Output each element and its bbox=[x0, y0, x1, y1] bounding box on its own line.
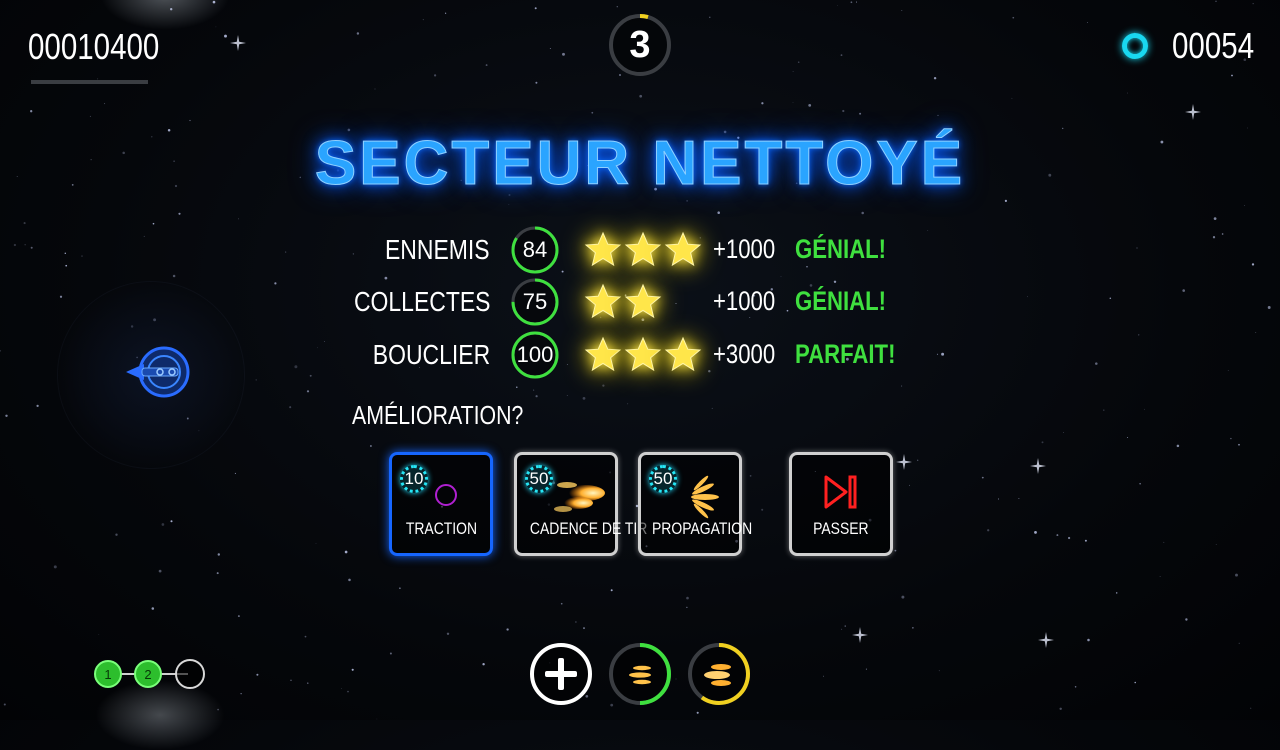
svg-text:1: 1 bbox=[104, 667, 111, 682]
spread-icon bbox=[691, 475, 719, 519]
stat-grade: GÉNIAL! bbox=[795, 234, 887, 264]
star-icon bbox=[624, 336, 662, 372]
stat-row: BOUCLIER 100 +3000 PARFAIT! bbox=[300, 330, 900, 380]
weapon-slot-2[interactable] bbox=[687, 642, 751, 706]
star-rating bbox=[584, 231, 704, 267]
score-display: 00010400 bbox=[28, 26, 160, 67]
player-ship-icon bbox=[126, 346, 190, 398]
level-number: 3 bbox=[629, 24, 651, 66]
stat-bonus: +1000 bbox=[713, 234, 776, 264]
coin-counter: 00054 bbox=[1121, 25, 1254, 66]
stat-label: BOUCLIER bbox=[372, 339, 490, 370]
star-icon bbox=[584, 283, 622, 319]
weapon-slot-1[interactable] bbox=[608, 642, 672, 706]
stat-label: COLLECTES bbox=[353, 286, 490, 317]
star-icon bbox=[664, 336, 702, 372]
stat-grade: GÉNIAL! bbox=[795, 286, 887, 316]
fire-rate-icon bbox=[554, 482, 605, 512]
stat-ring: 75 bbox=[510, 277, 560, 327]
stat-grade: PARFAIT! bbox=[795, 339, 896, 369]
stat-value: 84 bbox=[522, 237, 548, 262]
skip-icon bbox=[824, 475, 857, 509]
star-rating bbox=[584, 283, 664, 319]
upgrade-label: CADENCE DE TIR bbox=[529, 519, 648, 538]
star-icon bbox=[664, 231, 702, 267]
upgrade-traction-button[interactable]: 10 TRACTION bbox=[389, 452, 493, 556]
progress-node-1: 1 bbox=[94, 660, 122, 688]
star-icon bbox=[624, 283, 662, 319]
level-indicator: 3 bbox=[608, 13, 672, 77]
star-icon bbox=[624, 231, 662, 267]
stat-bonus: +1000 bbox=[713, 286, 776, 316]
coin-count: 00054 bbox=[1171, 25, 1254, 66]
sector-cleared-title: SECTEUR NETTOYÉ bbox=[314, 129, 966, 199]
stat-value: 100 bbox=[516, 342, 554, 367]
stat-bonus: +3000 bbox=[713, 339, 776, 369]
svg-text:2: 2 bbox=[144, 667, 151, 682]
stat-row: ENNEMIS 84 +1000 GÉNIAL! bbox=[300, 225, 900, 275]
star-icon bbox=[584, 231, 622, 267]
star-icon bbox=[584, 336, 622, 372]
upgrade-label: PASSER bbox=[813, 519, 869, 538]
star-rating bbox=[584, 336, 704, 372]
stat-label: ENNEMIS bbox=[385, 234, 490, 265]
traction-icon bbox=[435, 484, 457, 506]
stat-value: 75 bbox=[522, 289, 548, 314]
sector-progress: 1 2 bbox=[94, 659, 205, 689]
stat-ring: 84 bbox=[510, 225, 560, 275]
skip-button[interactable]: PASSER bbox=[789, 452, 893, 556]
stat-ring: 100 bbox=[510, 330, 560, 380]
upgrade-label: TRACTION bbox=[405, 519, 477, 538]
progress-node-3 bbox=[175, 659, 205, 689]
add-weapon-button[interactable] bbox=[529, 642, 593, 706]
ring-coin-icon bbox=[1121, 33, 1148, 59]
progress-node-2: 2 bbox=[134, 660, 162, 688]
upgrade-spread-button[interactable]: 50 PROPAGATION bbox=[638, 452, 753, 556]
upgrade-question: AMÉLIORATION? bbox=[352, 400, 524, 430]
upgrade-fire-rate-button[interactable]: 50 CADENCE DE TIR bbox=[514, 452, 648, 556]
score-underline bbox=[31, 80, 148, 84]
upgrade-label: PROPAGATION bbox=[651, 519, 753, 538]
stat-row: COLLECTES 75 +1000 GÉNIAL! bbox=[300, 277, 900, 327]
